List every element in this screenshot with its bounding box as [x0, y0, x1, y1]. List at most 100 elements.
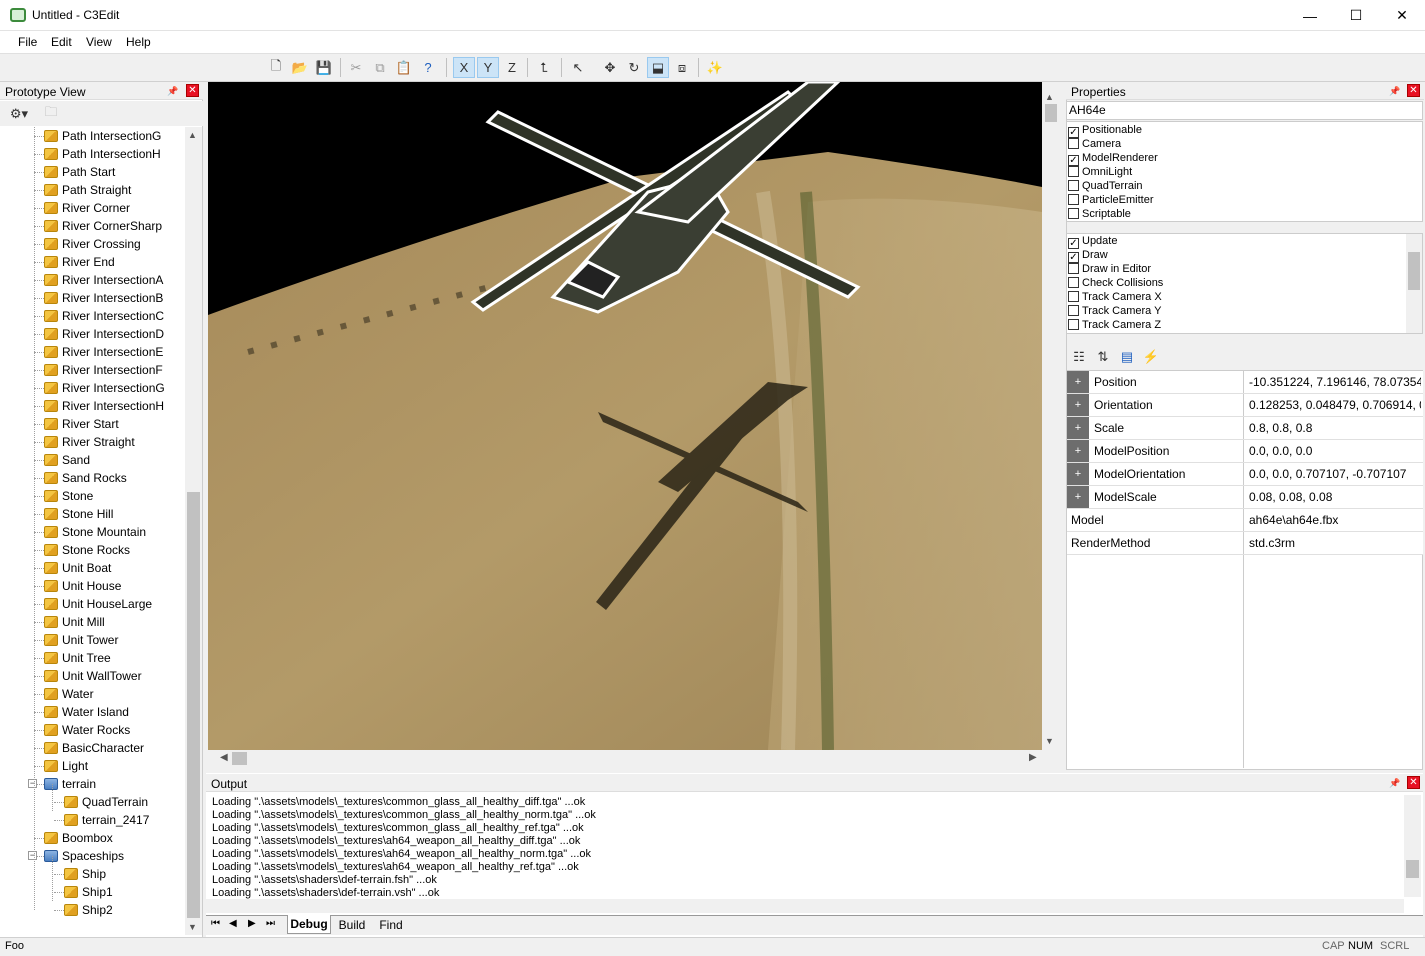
- tree-item[interactable]: Water Rocks: [44, 721, 130, 739]
- open-folder-icon[interactable]: 📂: [289, 57, 311, 78]
- property-row[interactable]: + Scale 0.8, 0.8, 0.8: [1067, 417, 1423, 440]
- checkbox[interactable]: [1068, 263, 1079, 274]
- select-arrow-icon[interactable]: ↖: [567, 57, 589, 78]
- menu-view[interactable]: View: [86, 35, 112, 49]
- local-axis-icon[interactable]: ⮤: [533, 57, 555, 78]
- tree-item[interactable]: Stone Mountain: [44, 523, 146, 541]
- help-icon[interactable]: ?: [417, 57, 439, 78]
- tree-item[interactable]: Sand Rocks: [44, 469, 127, 487]
- tree-item[interactable]: Unit HouseLarge: [44, 595, 152, 613]
- maximize-button[interactable]: ☐: [1333, 0, 1379, 31]
- tree-item[interactable]: Ship1: [64, 883, 113, 901]
- viewport-horizontal-scrollbar[interactable]: [208, 750, 1042, 767]
- tree-item[interactable]: River IntersectionH: [44, 397, 164, 415]
- component-checkbox[interactable]: Camera: [1068, 137, 1121, 151]
- property-value[interactable]: -10.351224, 7.196146, 78.07354: [1249, 371, 1421, 393]
- property-row[interactable]: + ModelPosition 0.0, 0.0, 0.0: [1067, 440, 1423, 463]
- tree-item[interactable]: QuadTerrain: [64, 793, 148, 811]
- move-icon[interactable]: ✥: [599, 57, 621, 78]
- checkbox[interactable]: [1068, 208, 1079, 219]
- panel-close-button[interactable]: ✕: [186, 84, 199, 97]
- component-checkbox[interactable]: OmniLight: [1068, 165, 1132, 179]
- scroll-up-icon[interactable]: ▲: [1045, 92, 1054, 102]
- tree-item[interactable]: River CornerSharp: [44, 217, 162, 235]
- property-row[interactable]: + ModelScale 0.08, 0.08, 0.08: [1067, 486, 1423, 509]
- expand-icon[interactable]: +: [1067, 440, 1089, 462]
- flag-checkbox[interactable]: Track Camera Z: [1068, 318, 1161, 332]
- flag-checkbox[interactable]: Track Camera Y: [1068, 304, 1161, 318]
- pin-icon[interactable]: 📌: [1389, 777, 1401, 789]
- minimize-button[interactable]: —: [1287, 0, 1333, 31]
- scroll-down-icon[interactable]: ▼: [188, 922, 197, 932]
- panel-close-button[interactable]: ✕: [1407, 776, 1420, 789]
- flag-checkbox[interactable]: ✓ Update: [1068, 234, 1117, 249]
- property-row[interactable]: + ModelOrientation 0.0, 0.0, 0.707107, -0.…: [1067, 463, 1423, 486]
- property-value[interactable]: ah64e\ah64e.fbx: [1249, 509, 1421, 531]
- pin-icon[interactable]: 📌: [167, 85, 179, 97]
- new-folder-icon[interactable]: 🗀: [40, 103, 62, 124]
- menu-edit[interactable]: Edit: [51, 35, 72, 49]
- tree-item[interactable]: Unit Tower: [44, 631, 118, 649]
- tab-find[interactable]: Find: [373, 916, 409, 934]
- menu-file[interactable]: File: [18, 35, 37, 49]
- tree-item[interactable]: River IntersectionG: [44, 379, 165, 397]
- flag-checkbox[interactable]: ✓ Draw: [1068, 248, 1108, 263]
- output-scroll-thumb[interactable]: [1406, 860, 1419, 878]
- checkbox[interactable]: [1068, 166, 1079, 177]
- checkbox[interactable]: [1068, 319, 1079, 330]
- sort-alpha-icon[interactable]: ⇅: [1092, 346, 1114, 367]
- viewport-scene[interactable]: [208, 82, 1042, 750]
- flag-checkbox[interactable]: Draw in Editor: [1068, 262, 1151, 276]
- checkbox[interactable]: [1068, 291, 1079, 302]
- property-value[interactable]: 0.0, 0.0, 0.707107, -0.707107: [1249, 463, 1421, 485]
- tree-item[interactable]: River End: [44, 253, 115, 271]
- axis-y-toggle[interactable]: Y: [477, 57, 499, 78]
- tree-item[interactable]: Path Straight: [44, 181, 131, 199]
- component-checkbox[interactable]: ParticleEmitter: [1068, 193, 1154, 207]
- categorized-icon[interactable]: ☷: [1068, 346, 1090, 367]
- flag-checkbox[interactable]: Check Collisions: [1068, 276, 1163, 290]
- tree-expander[interactable]: −: [28, 851, 37, 860]
- tree-item[interactable]: River IntersectionF: [44, 361, 163, 379]
- tree-item[interactable]: Unit WallTower: [44, 667, 142, 685]
- tree-item[interactable]: Light: [44, 757, 88, 775]
- property-row[interactable]: Model ah64e\ah64e.fbx: [1067, 509, 1423, 532]
- tree-item[interactable]: River IntersectionE: [44, 343, 163, 361]
- save-icon[interactable]: 💾: [313, 57, 335, 78]
- tree-item[interactable]: Ship: [64, 865, 106, 883]
- tree-item[interactable]: Ship2: [64, 901, 113, 919]
- checkbox[interactable]: [1068, 138, 1079, 149]
- property-value[interactable]: 0.0, 0.0, 0.0: [1249, 440, 1421, 462]
- tree-item[interactable]: River IntersectionD: [44, 325, 164, 343]
- tree-item[interactable]: Stone: [44, 487, 93, 505]
- tree-item[interactable]: Path Start: [44, 163, 115, 181]
- output-vscrollbar[interactable]: [1404, 795, 1421, 897]
- new-file-icon[interactable]: 🗋: [265, 57, 287, 78]
- expand-icon[interactable]: +: [1067, 417, 1089, 439]
- object-name-field[interactable]: AH64e: [1066, 101, 1423, 120]
- tree-item[interactable]: Unit House: [44, 577, 121, 595]
- flag-checkbox[interactable]: Track Camera X: [1068, 290, 1162, 304]
- tab-build[interactable]: Build: [333, 916, 371, 934]
- tree-item[interactable]: BasicCharacter: [44, 739, 144, 757]
- property-value[interactable]: 0.8, 0.8, 0.8: [1249, 417, 1421, 439]
- component-checkbox[interactable]: ✓ Positionable: [1068, 123, 1142, 138]
- expand-icon[interactable]: +: [1067, 463, 1089, 485]
- flags-scroll-thumb[interactable]: [1408, 252, 1420, 290]
- scroll-right-icon[interactable]: ▶: [1029, 752, 1037, 763]
- tree-item[interactable]: Stone Rocks: [44, 541, 130, 559]
- tree-item[interactable]: Path IntersectionH: [44, 145, 161, 163]
- viewport-hscroll-thumb[interactable]: [232, 752, 247, 765]
- output-hscrollbar[interactable]: [206, 899, 1404, 913]
- tree-expander[interactable]: −: [28, 779, 37, 788]
- tree-item[interactable]: Sand: [44, 451, 90, 469]
- component-checkbox[interactable]: Scriptable: [1068, 207, 1131, 221]
- tree-item[interactable]: Unit Mill: [44, 613, 105, 631]
- scroll-up-icon[interactable]: ▲: [188, 130, 197, 140]
- viewport-vertical-scrollbar[interactable]: [1042, 82, 1059, 750]
- tree-item[interactable]: Boombox: [44, 829, 113, 847]
- scroll-left-icon[interactable]: ◀: [220, 752, 228, 763]
- scale-uniform-icon[interactable]: ⧈: [671, 57, 693, 78]
- tree-item[interactable]: Stone Hill: [44, 505, 113, 523]
- checkbox[interactable]: [1068, 305, 1079, 316]
